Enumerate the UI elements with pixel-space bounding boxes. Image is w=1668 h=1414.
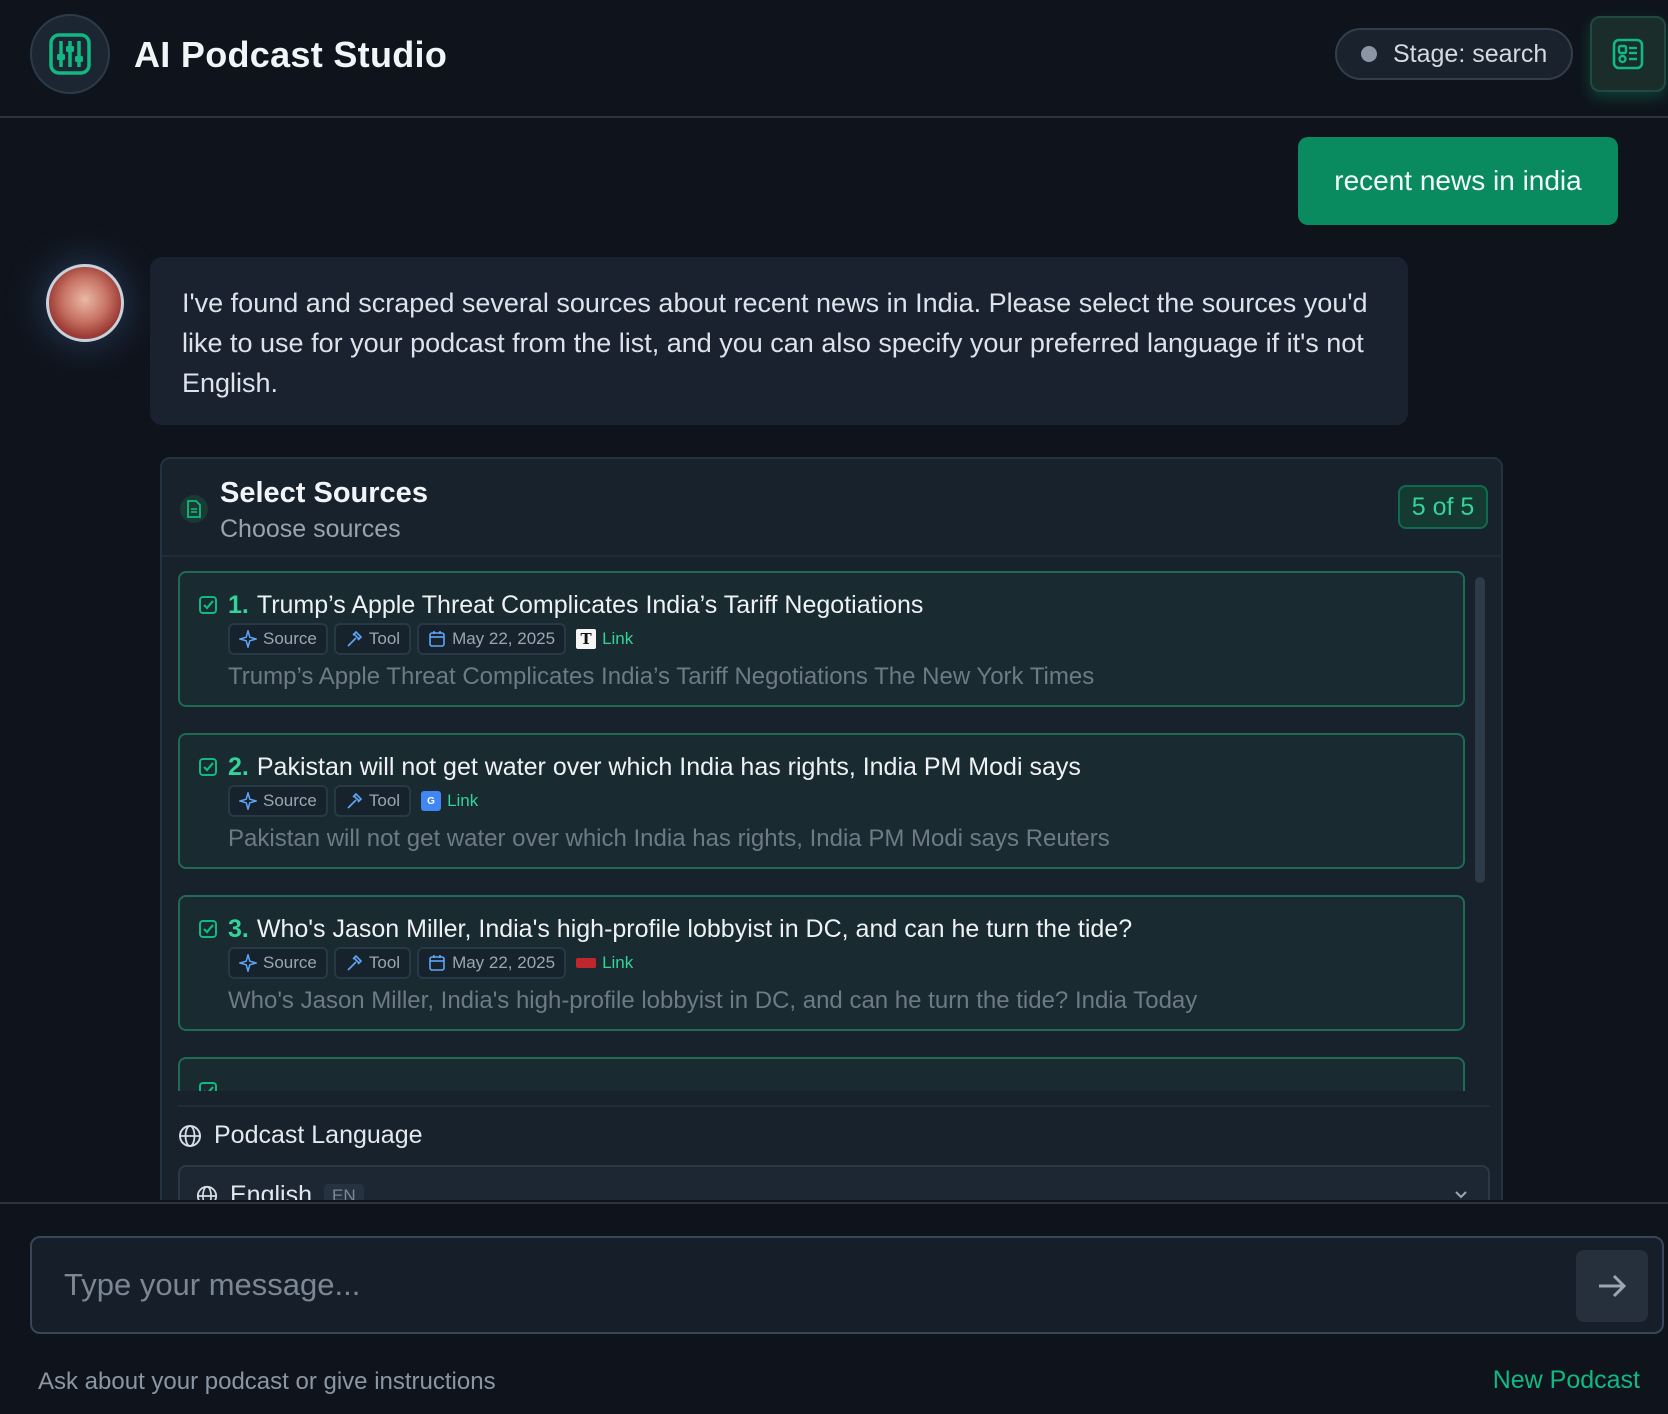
source-tags: Source Tool G Link	[228, 785, 482, 817]
stage-label: Stage: search	[1393, 39, 1548, 68]
toggle-panel-button[interactable]	[1590, 16, 1666, 92]
divider	[178, 1105, 1490, 1107]
sparkle-icon	[239, 954, 257, 972]
source-title-text: Pakistan will not get water over which I…	[256, 753, 1081, 781]
source-description: Pakistan will not get water over which I…	[228, 825, 1110, 852]
source-item[interactable]: 3. Who's Jason Miller, India's high-profi…	[178, 895, 1465, 1031]
selected-count-badge: 5 of 5	[1398, 485, 1488, 529]
arrow-right-icon	[1599, 1274, 1627, 1298]
language-value: English	[230, 1181, 312, 1200]
tag-tool: Tool	[333, 947, 412, 979]
card-subtitle: Choose sources	[220, 515, 401, 543]
tag-source: Source	[228, 785, 328, 817]
new-podcast-link[interactable]: New Podcast	[1493, 1366, 1640, 1395]
source-number: 1.	[228, 591, 249, 619]
globe-icon	[179, 1124, 201, 1147]
source-link[interactable]: G Link	[417, 785, 482, 817]
card-header: Select Sources Choose sources 5 of 5	[162, 459, 1501, 557]
composer-footer: Ask about your podcast or give instructi…	[0, 1202, 1668, 1414]
list-scrollbar[interactable]	[1475, 577, 1485, 883]
app-root: AI Podcast Studio Stage: search recent n…	[0, 0, 1668, 1414]
nyt-favicon-icon: T	[576, 629, 597, 649]
checkbox-checked-icon[interactable]	[198, 919, 218, 939]
language-section-header: Podcast Language	[178, 1121, 423, 1150]
document-icon	[180, 495, 208, 523]
status-dot	[1361, 46, 1377, 62]
hammer-icon	[347, 792, 363, 809]
source-tags: Source Tool May 22, 2025 Link	[228, 947, 637, 979]
message-input[interactable]	[30, 1236, 1664, 1334]
tag-date: May 22, 2025	[417, 623, 567, 655]
source-title: 1. Trump’s Apple Threat Complicates India…	[228, 591, 923, 620]
language-select[interactable]: English EN	[178, 1165, 1490, 1200]
language-code: EN	[324, 1183, 364, 1200]
source-number: 2.	[228, 753, 249, 781]
google-news-favicon-icon: G	[421, 791, 442, 811]
panel-list-icon	[1612, 38, 1644, 70]
tag-source: Source	[228, 623, 328, 655]
source-title-text: Trump’s Apple Threat Complicates India’s…	[256, 591, 924, 619]
source-item[interactable]: 1. Trump’s Apple Threat Complicates India…	[178, 571, 1465, 707]
language-label: Podcast Language	[214, 1121, 423, 1149]
hammer-icon	[347, 954, 363, 971]
sparkle-icon	[239, 792, 257, 810]
source-link[interactable]: T Link	[572, 623, 637, 655]
source-number: 3.	[228, 915, 249, 943]
app-title: AI Podcast Studio	[134, 34, 448, 75]
checkbox-checked-icon[interactable]	[198, 1081, 218, 1091]
calendar-icon	[429, 631, 445, 647]
checkbox-checked-icon[interactable]	[198, 757, 218, 777]
tag-tool: Tool	[333, 785, 412, 817]
user-message: recent news in india	[1298, 137, 1618, 225]
composer-hint: Ask about your podcast or give instructi…	[38, 1368, 496, 1395]
equalizer-sliders-icon	[49, 33, 91, 75]
source-description: Who's Jason Miller, India's high-profile…	[228, 987, 1198, 1014]
calendar-icon	[429, 955, 445, 971]
checkbox-checked-icon[interactable]	[198, 595, 218, 615]
top-header: AI Podcast Studio Stage: search	[0, 0, 1668, 118]
assistant-avatar	[46, 264, 124, 342]
source-item[interactable]: 2. Pakistan will not get water over which…	[178, 733, 1465, 869]
source-item[interactable]	[178, 1057, 1465, 1091]
send-button[interactable]	[1576, 1250, 1648, 1322]
sources-list[interactable]: 1. Trump’s Apple Threat Complicates India…	[178, 571, 1468, 1091]
app-logo	[30, 14, 110, 94]
source-tags: Source Tool May 22, 2025 T Link	[228, 623, 637, 655]
india-today-favicon-icon	[576, 958, 597, 968]
tag-date: May 22, 2025	[417, 947, 567, 979]
assistant-message: I've found and scraped several sources a…	[150, 257, 1408, 425]
language-option: English EN	[196, 1181, 364, 1200]
chat-area[interactable]: recent news in india I've found and scra…	[0, 120, 1668, 1200]
source-title-text: Who's Jason Miller, India's high-profile…	[256, 915, 1133, 943]
tag-source: Source	[228, 947, 328, 979]
source-description: Trump’s Apple Threat Complicates India’s…	[228, 663, 1095, 690]
globe-icon	[196, 1185, 218, 1200]
chevron-down-icon	[1455, 1191, 1467, 1199]
source-title: 3. Who's Jason Miller, India's high-profi…	[228, 915, 1132, 944]
hammer-icon	[347, 630, 363, 647]
tag-tool: Tool	[333, 623, 412, 655]
source-title: 2. Pakistan will not get water over which…	[228, 753, 1081, 782]
sparkle-icon	[239, 630, 257, 648]
select-sources-card: Select Sources Choose sources 5 of 5 1. T…	[160, 457, 1503, 1200]
card-title: Select Sources	[220, 477, 428, 509]
stage-indicator: Stage: search	[1335, 28, 1573, 80]
source-link[interactable]: Link	[572, 947, 637, 979]
